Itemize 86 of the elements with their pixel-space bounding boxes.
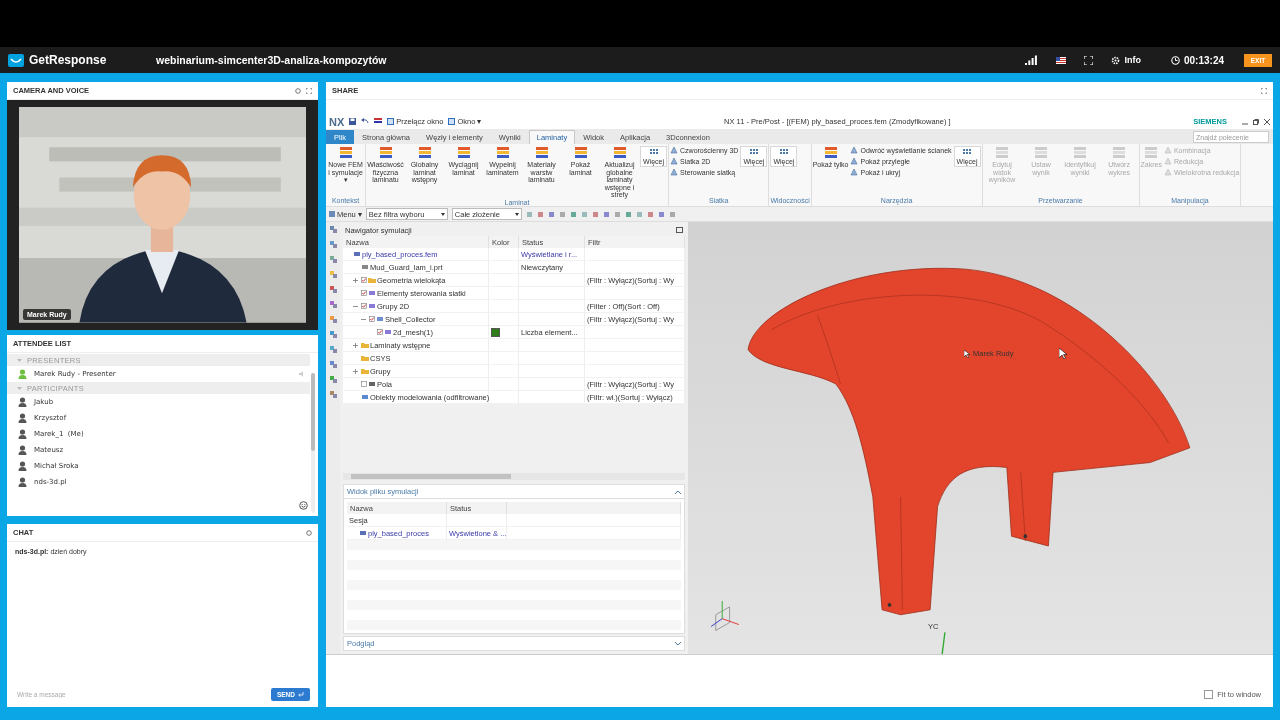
elapsed-time: 00:13:24: [1183, 54, 1224, 66]
maximize-icon: [676, 227, 683, 233]
checkbox[interactable]: [361, 290, 367, 296]
restore-icon: [1253, 118, 1259, 125]
grid-icon: [748, 148, 759, 156]
collapse-icon[interactable]: [353, 303, 358, 309]
expand-icon[interactable]: [353, 277, 358, 283]
layers-icon: [455, 146, 472, 160]
checkbox[interactable]: [361, 277, 367, 283]
scrollbar[interactable]: [343, 473, 685, 480]
tool-icon: [328, 225, 338, 234]
webinar-title: webinarium-simcenter3D-analiza-kompozytów: [156, 54, 388, 66]
collapse-icon[interactable]: [361, 316, 366, 322]
caret-icon: [514, 212, 519, 216]
scrollbar[interactable]: [311, 373, 315, 513]
node-icon: [361, 394, 369, 400]
expand-icon[interactable]: [353, 368, 358, 374]
layers-icon: [494, 146, 511, 160]
node-icon: [368, 290, 376, 296]
node-icon: [368, 303, 376, 309]
axis-triad-icon: [710, 600, 740, 631]
checkbox[interactable]: [369, 316, 375, 322]
layers-icon: [337, 146, 354, 160]
expand-icon: [1261, 87, 1267, 94]
node-icon: [384, 329, 392, 335]
caret-icon: [17, 385, 22, 391]
expand-icon[interactable]: [353, 342, 358, 348]
caret-icon: [440, 212, 445, 216]
grid-icon: [962, 148, 973, 156]
tool-icon: [328, 300, 338, 309]
tool-icon: [328, 285, 338, 294]
axis-line: [941, 631, 946, 654]
circle-icon: [306, 529, 312, 536]
layers-icon: [533, 146, 550, 160]
chevron-up-icon: [675, 489, 681, 494]
checkbox[interactable]: [1204, 690, 1214, 699]
smiley-icon: [299, 501, 308, 510]
caret-icon: [17, 357, 22, 363]
layers-icon: [416, 146, 433, 160]
tool-icon: [328, 390, 338, 399]
brand-name: GetResponse: [29, 53, 108, 67]
folder-icon: [368, 277, 376, 283]
node-icon: [359, 530, 367, 536]
tool-icon: [328, 345, 338, 354]
tool-icon: [328, 255, 338, 264]
cursor-icon: [1059, 348, 1068, 359]
expand-icon: [306, 87, 312, 94]
window-icon: [448, 118, 456, 125]
checkbox[interactable]: [361, 381, 367, 387]
layers-icon: [611, 146, 628, 160]
clock-icon: [1170, 55, 1180, 65]
fullscreen-icon: [1084, 55, 1094, 65]
settings-icon: [1111, 55, 1121, 65]
close-icon: [1264, 118, 1270, 125]
undo-icon: [361, 118, 370, 125]
enter-icon: [298, 692, 304, 697]
tool-icon: [328, 315, 338, 324]
save-icon: [349, 118, 357, 125]
node-icon: [361, 264, 369, 270]
node-icon: [353, 251, 361, 257]
logo-icon: [8, 53, 24, 67]
tool-icon: [328, 360, 338, 369]
menu-icon: [329, 211, 335, 217]
speaker-icon: [299, 371, 306, 377]
tool-icon: [328, 270, 338, 279]
window-icon: [387, 118, 395, 125]
flag-icon: [1056, 56, 1067, 64]
layers-icon: [377, 146, 394, 160]
app-logo: NX: [329, 115, 345, 128]
cursor-icon: [964, 349, 970, 358]
layers-icon: [374, 118, 383, 125]
tool-icon: [328, 375, 338, 384]
grid-icon: [778, 148, 789, 156]
tool-icon: [328, 240, 338, 249]
layers-icon: [822, 146, 839, 160]
checkbox[interactable]: [377, 329, 383, 335]
grid-icon: [648, 148, 659, 156]
checkbox[interactable]: [361, 303, 367, 309]
chevron-down-icon: [675, 641, 681, 646]
signal-icon: [1025, 55, 1039, 65]
tool-icon: [328, 330, 338, 339]
layers-icon: [572, 146, 589, 160]
info-label[interactable]: Info: [1124, 55, 1141, 65]
node-icon: [376, 316, 384, 322]
circle-icon: [295, 87, 301, 94]
node-icon: [368, 381, 376, 387]
